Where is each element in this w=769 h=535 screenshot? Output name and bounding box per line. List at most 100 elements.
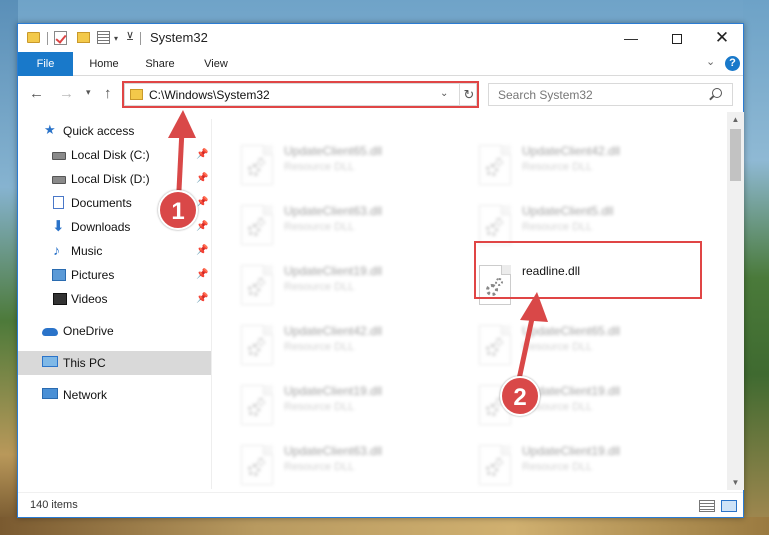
scroll-down-icon[interactable]: ▼: [727, 475, 744, 490]
sidebar-item-onedrive[interactable]: OneDrive: [18, 319, 211, 343]
file-name: UpdateClient65.dll: [284, 144, 383, 158]
dll-file-icon: [241, 325, 273, 365]
minimize-button[interactable]: —: [608, 24, 654, 52]
new-folder-icon[interactable]: [77, 32, 90, 43]
navigation-bar: ← → ▾ ↑ C:\Windows\System32 ⌄ ↻: [18, 77, 743, 111]
network-icon: [42, 388, 58, 399]
sidebar-item-label: Documents: [71, 196, 132, 210]
close-button[interactable]: ✕: [699, 24, 745, 52]
file-item[interactable]: UpdateClient19.dll Resource DLL: [236, 382, 461, 432]
dll-file-icon: [241, 145, 273, 185]
videos-icon: [53, 293, 67, 305]
file-explorer-window: ▾ ⊻ System32 — ✕ File Home Share View ⌄ …: [17, 23, 744, 518]
file-name: UpdateClient42.dll: [284, 324, 383, 338]
pin-icon[interactable]: 📌: [196, 293, 208, 304]
file-type: Resource DLL: [284, 461, 355, 473]
details-view-icon[interactable]: [699, 500, 715, 512]
onedrive-cloud-icon: [42, 328, 58, 336]
file-type: Resource DLL: [284, 401, 355, 413]
sidebar-item-music[interactable]: ♪ Music 📌: [18, 239, 211, 263]
dll-file-icon: [241, 265, 273, 305]
properties-icon[interactable]: [97, 31, 110, 44]
dll-file-icon: [241, 205, 273, 245]
vertical-scrollbar[interactable]: ▲ ▼: [727, 112, 744, 490]
dll-file-icon: [479, 205, 511, 245]
maximize-button[interactable]: [654, 24, 700, 52]
music-icon: ♪: [53, 242, 60, 258]
sidebar-item-pictures[interactable]: Pictures 📌: [18, 263, 211, 287]
title-bar: ▾ ⊻ System32 — ✕: [18, 24, 743, 52]
large-icons-view-icon[interactable]: [721, 500, 737, 512]
dll-file-icon: [479, 445, 511, 485]
desktop-background-left: [0, 0, 18, 535]
file-item[interactable]: UpdateClient63.dll Resource DLL: [236, 202, 461, 252]
back-arrow-icon[interactable]: ←: [29, 85, 44, 102]
sidebar-item-label: Local Disk (C:): [71, 148, 150, 162]
computer-icon: [42, 356, 58, 367]
sidebar-item-videos[interactable]: Videos 📌: [18, 287, 211, 311]
sidebar-item-label: Network: [63, 388, 108, 402]
chevron-down-icon[interactable]: ▾: [114, 34, 118, 50]
scroll-up-icon[interactable]: ▲: [727, 112, 744, 127]
file-name: UpdateClient63.dll: [284, 204, 383, 218]
sidebar-item-label: Music: [71, 244, 103, 258]
scroll-thumb[interactable]: [730, 129, 741, 181]
file-type: Resource DLL: [522, 221, 593, 233]
ribbon-tabs: File Home Share View ⌄ ?: [18, 52, 743, 76]
file-type: Resource DLL: [284, 281, 355, 293]
title-separator: [140, 32, 141, 45]
item-count: 140 items: [30, 499, 78, 511]
file-name: UpdateClient63.dll: [284, 444, 383, 458]
properties-check-icon[interactable]: [54, 31, 67, 45]
up-arrow-icon[interactable]: ↑: [104, 85, 112, 102]
drive-icon: [52, 152, 66, 160]
downloads-icon: ⬇: [52, 218, 65, 235]
file-name: UpdateClient5.dll: [522, 204, 614, 218]
sidebar-item-label: OneDrive: [63, 324, 114, 338]
sidebar-item-label: Pictures: [71, 268, 115, 282]
pin-icon[interactable]: 📌: [196, 269, 208, 280]
customize-toolbar-icon[interactable]: ⊻: [126, 30, 134, 46]
file-item[interactable]: UpdateClient42.dll Resource DLL: [474, 142, 699, 192]
file-item[interactable]: UpdateClient42.dll Resource DLL: [236, 322, 461, 372]
star-icon: ★: [44, 122, 56, 137]
file-type: Resource DLL: [284, 341, 355, 353]
tab-file[interactable]: File: [18, 52, 73, 76]
search-input[interactable]: [489, 84, 704, 105]
forward-arrow-icon[interactable]: →: [59, 85, 74, 102]
quick-access-separator: [47, 32, 48, 45]
tab-share[interactable]: Share: [142, 52, 178, 76]
sidebar-item-label: Local Disk (D:): [71, 172, 150, 186]
window-title: System32: [150, 30, 208, 45]
dll-file-icon: [479, 145, 511, 185]
step-1-badge: 1: [158, 190, 198, 230]
tab-home[interactable]: Home: [84, 52, 124, 76]
file-item[interactable]: UpdateClient63.dll Resource DLL: [236, 442, 461, 490]
documents-icon: [53, 196, 64, 209]
file-item[interactable]: UpdateClient65.dll Resource DLL: [236, 142, 461, 192]
dll-file-icon: [241, 385, 273, 425]
pin-icon[interactable]: 📌: [196, 245, 208, 256]
folder-icon[interactable]: [27, 32, 40, 43]
tab-view[interactable]: View: [201, 52, 231, 76]
search-box[interactable]: [488, 83, 733, 106]
file-type: Resource DLL: [284, 221, 355, 233]
recent-locations-icon[interactable]: ▾: [86, 87, 91, 98]
dll-file-icon: [241, 445, 273, 485]
help-icon[interactable]: ?: [725, 56, 740, 71]
file-name: UpdateClient42.dll: [522, 144, 621, 158]
pictures-icon: [52, 269, 66, 281]
file-type: Resource DLL: [522, 161, 593, 173]
expand-ribbon-icon[interactable]: ⌄: [706, 55, 715, 68]
search-icon[interactable]: [712, 88, 722, 98]
drive-icon: [52, 176, 66, 184]
file-item[interactable]: UpdateClient19.dll Resource DLL: [474, 442, 699, 490]
sidebar-item-this-pc[interactable]: This PC: [18, 351, 211, 375]
pin-icon[interactable]: 📌: [196, 221, 208, 232]
sidebar-item-label: Downloads: [71, 220, 131, 234]
file-name: UpdateClient19.dll: [284, 264, 383, 278]
step-2-badge: 2: [500, 376, 540, 416]
status-bar: 140 items: [18, 492, 743, 518]
file-item[interactable]: UpdateClient19.dll Resource DLL: [236, 262, 461, 312]
sidebar-item-network[interactable]: Network: [18, 383, 211, 407]
